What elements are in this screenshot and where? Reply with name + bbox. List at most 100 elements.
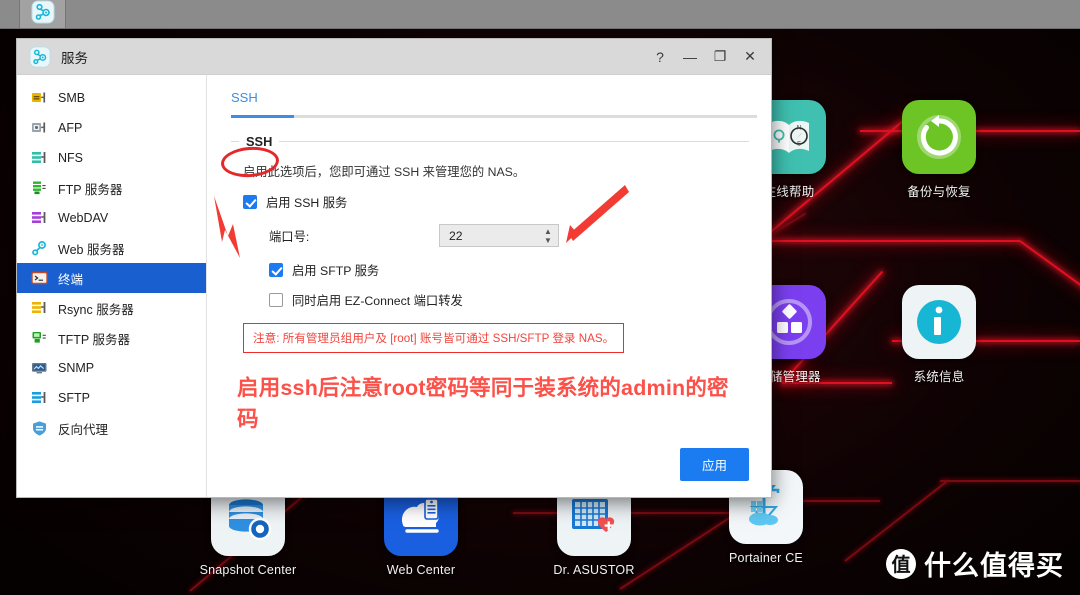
watermark: 值 什么值得买 [886, 544, 1064, 583]
enable-ssh-row[interactable]: 启用 SSH 服务 [243, 193, 749, 211]
tab-underline [231, 115, 757, 118]
sidebar-item-label: AFP [58, 121, 83, 135]
ftp-server-icon [31, 180, 48, 197]
sidebar-item-label: Rsync 服务器 [58, 302, 134, 317]
sidebar-item-0[interactable]: SMB [17, 83, 206, 113]
webdav-icon [31, 210, 48, 227]
desktop-icon-label: Dr. ASUSTOR [553, 563, 635, 577]
tab-bar: SSH [207, 75, 771, 115]
nfs-icon [31, 150, 48, 167]
smb-icon [31, 90, 48, 107]
ssh-fieldset-legend: SSH [231, 134, 749, 149]
sidebar-item-3[interactable]: FTP 服务器 [17, 173, 206, 203]
sidebar-item-5[interactable]: Web 服务器 [17, 233, 206, 263]
terminal-icon [31, 270, 48, 287]
sidebar-item-6[interactable]: 终端 [17, 263, 206, 293]
taskbar [0, 0, 1080, 29]
window-body: SMB AFP NFS FTP 服务器 WebDAV Web 服务器 终端 Rsync 服务器… [17, 75, 771, 497]
content-pane: SSH SSH 启用此选项后，您即可通过 SSH 来管理您的 NAS。 启用 S… [207, 75, 771, 497]
apply-bar: 应用 [679, 448, 749, 481]
afp-icon [31, 120, 48, 137]
snmp-icon [31, 360, 48, 377]
neon-line [1019, 240, 1080, 313]
sidebar-item-label: SFTP [58, 391, 90, 405]
sidebar-item-label: 终端 [58, 272, 84, 287]
system-info-icon[interactable] [902, 285, 976, 359]
web-server-icon [31, 240, 48, 257]
sidebar-item-label: WebDAV [58, 211, 109, 225]
services-sidebar: SMB AFP NFS FTP 服务器 WebDAV Web 服务器 终端 Rsync 服务器… [17, 75, 207, 497]
neon-line [940, 480, 1080, 482]
sidebar-item-9[interactable]: SNMP [17, 353, 206, 383]
enable-ezconnect-checkbox[interactable] [269, 293, 283, 307]
enable-sftp-row[interactable]: 启用 SFTP 服务 [269, 261, 749, 279]
apply-button[interactable]: 应用 [679, 448, 749, 481]
desktop-icon-label: Portainer CE [729, 551, 803, 565]
desktop-icon-3[interactable]: 系统信息 [874, 285, 1004, 385]
svg-text:S: S [797, 142, 801, 148]
taskbar-app-button[interactable] [20, 0, 66, 28]
port-input[interactable]: 22 [440, 229, 538, 243]
help-button[interactable]: ? [645, 43, 675, 71]
sidebar-item-label: NFS [58, 151, 83, 165]
sidebar-item-7[interactable]: Rsync 服务器 [17, 293, 206, 323]
enable-sftp-checkbox[interactable] [269, 263, 283, 277]
sidebar-item-1[interactable]: AFP [17, 113, 206, 143]
tab-active-indicator [231, 115, 294, 118]
desktop-icon-label: 备份与恢复 [907, 185, 971, 199]
enable-ssh-label: 启用 SSH 服务 [266, 196, 348, 210]
port-stepper[interactable]: 22 ▲ ▼ [439, 224, 559, 247]
window-title: 服务 [61, 50, 88, 66]
sidebar-item-label: TFTP 服务器 [58, 332, 130, 347]
window-titlebar[interactable]: 服务 ? — ❐ ✕ [17, 39, 771, 75]
enable-ssh-checkbox[interactable] [243, 195, 257, 209]
maximize-button[interactable]: ❐ [705, 43, 735, 71]
reverse-proxy-icon [31, 420, 48, 437]
root-login-note-text: 注意: 所有管理员组用户及 [root] 账号皆可通过 SSH/SFTP 登录 … [253, 332, 615, 345]
sidebar-item-label: FTP 服务器 [58, 182, 123, 197]
chevron-down-icon[interactable]: ▼ [544, 236, 552, 245]
neon-line [760, 240, 1020, 242]
svg-text:N: N [797, 126, 801, 132]
enable-sftp-label: 启用 SFTP 服务 [292, 264, 380, 278]
port-spinner-arrows[interactable]: ▲ ▼ [538, 227, 558, 245]
ssh-settings-panel: SSH 启用此选项后，您即可通过 SSH 来管理您的 NAS。 启用 SSH 服… [207, 118, 771, 433]
port-row: 端口号: 22 ▲ ▼ [269, 224, 749, 247]
legend-line-left [231, 141, 239, 142]
sidebar-item-8[interactable]: TFTP 服务器 [17, 323, 206, 353]
sidebar-item-label: SNMP [58, 361, 95, 375]
desktop-icon-label: Web Center [386, 563, 456, 577]
desktop-icon-label: 系统信息 [913, 370, 965, 384]
watermark-text: 什么值得买 [924, 551, 1064, 581]
red-annotation-text: 启用ssh后注意root密码等同于装系统的admin的密码 [237, 376, 729, 431]
sidebar-item-label: 反向代理 [58, 422, 109, 437]
desktop-icon-label: Snapshot Center [199, 563, 297, 577]
legend-text: SSH [246, 134, 273, 149]
taskbar-start-spacer [0, 0, 20, 28]
minimize-button[interactable]: — [675, 43, 705, 71]
sidebar-item-2[interactable]: NFS [17, 143, 206, 173]
enable-ezconnect-label: 同时启用 EZ-Connect 端口转发 [292, 294, 463, 308]
services-app-icon [31, 0, 55, 29]
backup-restore-icon[interactable] [902, 100, 976, 174]
sidebar-item-10[interactable]: SFTP [17, 383, 206, 413]
sidebar-item-4[interactable]: WebDAV [17, 203, 206, 233]
sftp-icon [31, 390, 48, 407]
tftp-server-icon [31, 330, 48, 347]
port-label: 端口号: [269, 229, 310, 244]
sidebar-item-11[interactable]: 反向代理 [17, 413, 206, 443]
sidebar-item-label: Web 服务器 [58, 242, 125, 257]
ssh-description: 启用此选项后，您即可通过 SSH 来管理您的 NAS。 [243, 165, 526, 179]
close-button[interactable]: ✕ [735, 43, 765, 71]
legend-line-right [279, 141, 749, 142]
chevron-up-icon[interactable]: ▲ [544, 227, 552, 236]
tab-ssh[interactable]: SSH [231, 90, 258, 115]
sidebar-item-label: SMB [58, 91, 86, 105]
rsync-server-icon [31, 300, 48, 317]
services-app-icon [29, 45, 51, 68]
root-login-note: 注意: 所有管理员组用户及 [root] 账号皆可通过 SSH/SFTP 登录 … [243, 323, 625, 353]
enable-ezconnect-row[interactable]: 同时启用 EZ-Connect 端口转发 [269, 291, 749, 309]
services-window: 服务 ? — ❐ ✕ SMB AFP NFS FTP 服务器 WebDAV Web 服务器… [16, 38, 772, 498]
watermark-badge: 值 [886, 548, 916, 579]
desktop-icon-1[interactable]: 备份与恢复 [874, 100, 1004, 200]
